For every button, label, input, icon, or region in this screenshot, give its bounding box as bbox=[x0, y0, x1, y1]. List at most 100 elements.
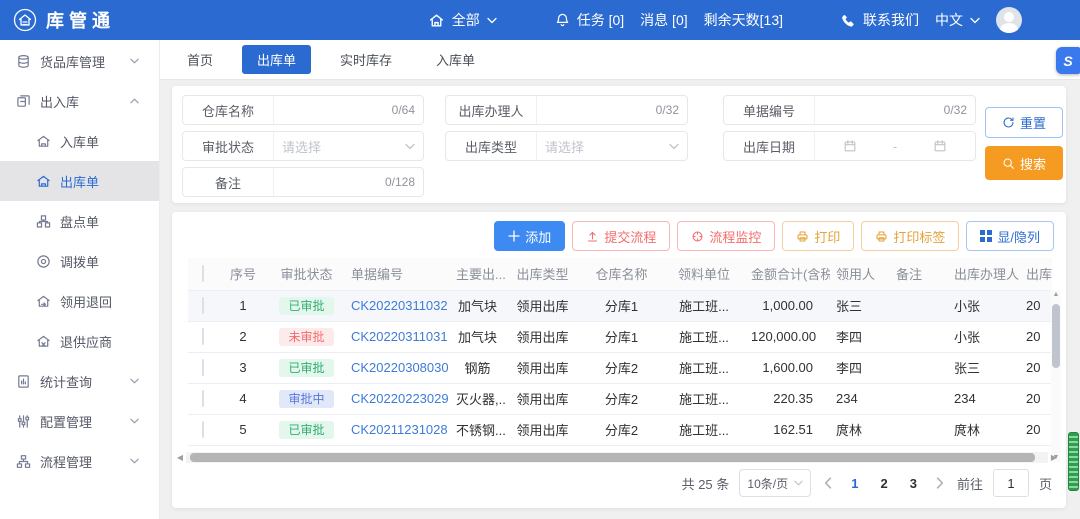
page-number[interactable]: 2 bbox=[875, 476, 894, 491]
status-badge: 已审批 bbox=[279, 359, 333, 377]
scroll-right-icon[interactable]: ▶ bbox=[1048, 453, 1060, 462]
tab-inbound-order[interactable]: 入库单 bbox=[421, 45, 490, 74]
sidebar-item-in-out[interactable]: 出入库 bbox=[0, 81, 159, 121]
submit-flow-button[interactable]: 提交流程 bbox=[572, 221, 670, 251]
recipient-cell: 庹林 bbox=[830, 414, 890, 445]
doc-number-link[interactable]: CK20220311032 bbox=[351, 298, 448, 313]
row-checkbox[interactable] bbox=[202, 359, 204, 376]
tasks-menu[interactable]: 任务 [0] bbox=[555, 10, 624, 30]
sidebar-item-label: 调拨单 bbox=[60, 252, 99, 271]
select-all-checkbox[interactable] bbox=[202, 265, 204, 282]
table-row[interactable]: 4 审批中 CK20220223029 灭火器,... 领用出库 分库2 施工班… bbox=[188, 383, 1052, 414]
search-icon bbox=[1002, 157, 1015, 170]
seq-cell: 2 bbox=[218, 321, 268, 352]
sidebar-item-transfer-order[interactable]: 调拨单 bbox=[0, 241, 159, 281]
show-hide-columns-button[interactable]: 显/隐列 bbox=[966, 221, 1054, 251]
report-icon bbox=[16, 374, 31, 389]
sidebar-item-outbound-order[interactable]: 出库单 bbox=[0, 161, 159, 201]
prev-page-icon[interactable] bbox=[821, 477, 835, 489]
remark-cell bbox=[890, 321, 948, 352]
scroll-up-icon[interactable]: ▲ bbox=[1051, 291, 1061, 298]
chevron-down-icon bbox=[794, 480, 803, 486]
char-counter: 0/64 bbox=[392, 103, 415, 117]
remark-input[interactable]: 0/128 bbox=[274, 168, 423, 196]
horizontal-scrollbar[interactable]: ◀ ▶ bbox=[174, 452, 1060, 463]
goto-page-input[interactable] bbox=[993, 469, 1029, 497]
sidebar-item-stocktaking-order[interactable]: 盘点单 bbox=[0, 201, 159, 241]
user-avatar[interactable] bbox=[996, 7, 1022, 33]
tab-bar: 首页 出库单 实时库存 入库单 bbox=[160, 40, 1080, 80]
grid-icon bbox=[980, 230, 992, 242]
field-label: 出库日期 bbox=[724, 132, 815, 160]
field-label: 出库类型 bbox=[446, 132, 537, 160]
calendar-icon[interactable] bbox=[843, 139, 857, 153]
tab-home[interactable]: 首页 bbox=[172, 45, 228, 74]
doc-number-link[interactable]: CK20220223029 bbox=[351, 391, 449, 406]
table-row[interactable]: 3 已审批 CK20220308030 钢筋 领用出库 分库2 施工班... 1… bbox=[188, 352, 1052, 383]
row-checkbox[interactable] bbox=[202, 421, 204, 438]
next-page-icon[interactable] bbox=[933, 477, 947, 489]
outbound-type-select[interactable]: 请选择 bbox=[537, 132, 687, 160]
horizontal-scroll-thumb[interactable] bbox=[190, 453, 1035, 462]
page-size-select[interactable]: 10条/页 bbox=[739, 469, 811, 497]
outbound-handler-input[interactable]: 0/32 bbox=[537, 96, 687, 124]
sidebar-item-goods-management[interactable]: 货品库管理 bbox=[0, 41, 159, 81]
page-number[interactable]: 3 bbox=[904, 476, 923, 491]
sidebar-item-configuration[interactable]: 配置管理 bbox=[0, 401, 159, 441]
target-icon bbox=[36, 254, 51, 269]
print-button[interactable]: 打印 bbox=[782, 221, 854, 251]
out-type-cell: 领用出库 bbox=[505, 383, 580, 414]
scope-label: 全部 bbox=[452, 10, 480, 30]
flow-monitor-button[interactable]: 流程监控 bbox=[677, 221, 775, 251]
select-placeholder: 请选择 bbox=[545, 137, 584, 156]
remark-cell bbox=[890, 290, 948, 321]
orders-table: 序号 审批状态 单据编号 主要出... 出库类型 仓库名称 领料单位 金额合计(… bbox=[188, 258, 1052, 446]
print-tag-button[interactable]: 打印标签 bbox=[861, 221, 959, 251]
tab-realtime-stock[interactable]: 实时库存 bbox=[325, 45, 407, 74]
sidebar-item-inbound-order[interactable]: 入库单 bbox=[0, 121, 159, 161]
floating-assistant-button[interactable]: S bbox=[1056, 47, 1080, 74]
search-button[interactable]: 搜索 bbox=[985, 146, 1063, 180]
tab-outbound-order[interactable]: 出库单 bbox=[242, 45, 311, 74]
table-row[interactable]: 5 已审批 CK20211231028 不锈钢... 领用出库 分库2 施工班.… bbox=[188, 414, 1052, 445]
sidebar-item-requisition-return[interactable]: 领用退回 bbox=[0, 281, 159, 321]
scope-selector[interactable]: 全部 bbox=[428, 10, 497, 30]
calendar-icon[interactable] bbox=[933, 139, 947, 153]
doc-number-link[interactable]: CK20211231028 bbox=[351, 422, 448, 437]
doc-number-link[interactable]: CK20220308030 bbox=[351, 360, 449, 375]
out-type-cell: 领用出库 bbox=[505, 321, 580, 352]
reset-button[interactable]: 重置 bbox=[985, 107, 1063, 138]
approval-status-select[interactable]: 请选择 bbox=[274, 132, 423, 160]
doc-number-link[interactable]: CK20220311031 bbox=[351, 329, 448, 344]
contact-us[interactable]: 联系我们 bbox=[841, 10, 919, 30]
date-cell: 20 bbox=[1020, 290, 1052, 321]
boxes-icon bbox=[16, 94, 31, 109]
language-selector[interactable]: 中文 bbox=[935, 10, 980, 30]
doc-number-input[interactable]: 0/32 bbox=[815, 96, 975, 124]
refresh-icon bbox=[1002, 116, 1015, 129]
submit-flow-label: 提交流程 bbox=[604, 227, 656, 246]
table-row[interactable]: 1 已审批 CK20220311032 加气块 领用出库 分库1 施工班... … bbox=[188, 290, 1052, 321]
row-checkbox[interactable] bbox=[202, 390, 204, 407]
row-checkbox[interactable] bbox=[202, 297, 204, 314]
vertical-scroll-thumb[interactable] bbox=[1052, 304, 1060, 368]
scroll-left-icon[interactable]: ◀ bbox=[174, 453, 186, 462]
vertical-scrollbar[interactable]: ▲ ▼ bbox=[1051, 290, 1061, 462]
add-button[interactable]: 添加 bbox=[494, 221, 565, 251]
sidebar-item-return-supplier[interactable]: 退供应商 bbox=[0, 321, 159, 361]
handler-cell: 234 bbox=[948, 383, 1020, 414]
column-header: 金额合计(含税) bbox=[745, 258, 830, 290]
table-row[interactable]: 2 未审批 CK20220311031 加气块 领用出库 分库1 施工班... … bbox=[188, 321, 1052, 352]
warehouse-name-input[interactable]: 0/64 bbox=[274, 96, 423, 124]
sidebar-item-workflow[interactable]: 流程管理 bbox=[0, 441, 159, 481]
chevron-down-icon bbox=[405, 143, 415, 150]
upload-icon bbox=[586, 230, 599, 243]
chevron-up-icon bbox=[130, 98, 139, 104]
messages-menu[interactable]: 消息 [0] bbox=[640, 10, 687, 30]
sidebar-item-statistics[interactable]: 统计查询 bbox=[0, 361, 159, 401]
page-number[interactable]: 1 bbox=[845, 476, 864, 491]
warehouse-cell: 分库2 bbox=[580, 352, 663, 383]
sitemap-icon bbox=[16, 454, 31, 469]
row-checkbox[interactable] bbox=[202, 328, 204, 345]
field-label: 备注 bbox=[183, 168, 274, 196]
